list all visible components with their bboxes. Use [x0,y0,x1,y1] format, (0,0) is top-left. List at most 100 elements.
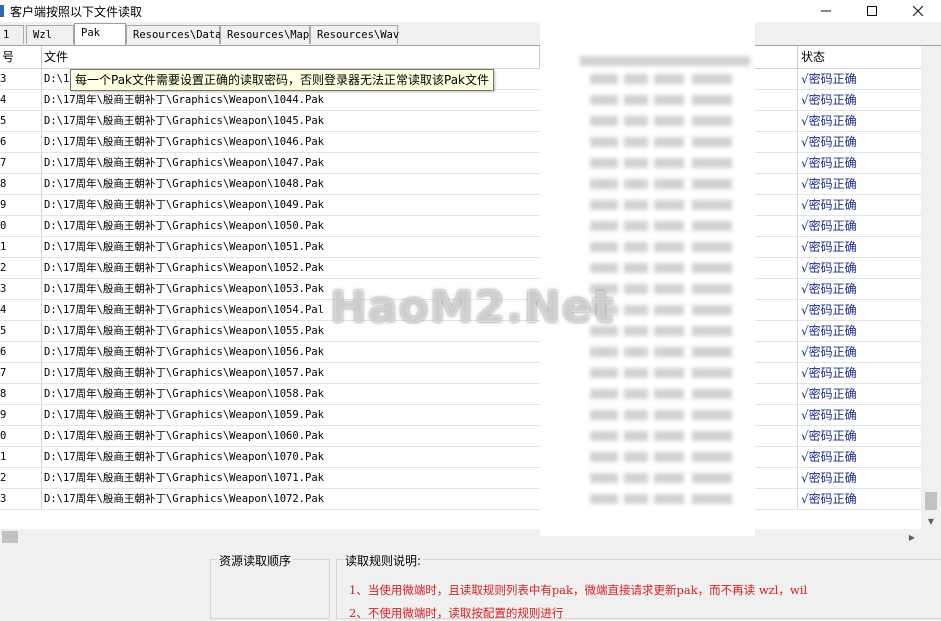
row-file-path: D:\17周年\殷商王朝补丁\Graphics\Weapon\1052.Pak [44,262,324,274]
table-row[interactable]: 5 D:\17周年\殷商王朝补丁\Graphics\Weapon\1045.Pak… [0,111,921,132]
table-row[interactable]: 6 D:\17周年\殷商王朝补丁\Graphics\Weapon\1046.Pak… [0,132,921,153]
blur-block [692,116,732,126]
bottom-panel: 资源读取顺序 读取规则说明: 1、当使用微端时，且读取规则列表中有pak，微端直… [0,545,941,620]
tooltip: 每一个Pak文件需要设置正确的读取密码，否则登录器无法正常读取该Pak文件 [70,69,495,91]
horizontal-scrollbar[interactable]: ▶ [0,529,921,545]
row-file-path: D:\17周年\殷商王朝补丁\Graphics\Weapon\1045.Pak [44,115,324,127]
row-status: √密码正确 [797,321,921,341]
column-header-status[interactable]: 状态 [797,46,921,68]
table-row[interactable]: 1 D:\17周年\殷商王朝补丁\Graphics\Weapon\1070.Pak… [0,447,921,468]
table-row[interactable]: 7 D:\17周年\殷商王朝补丁\Graphics\Weapon\1057.Pak… [0,363,921,384]
row-number: 5 [0,321,42,341]
row-status: √密码正确 [797,153,921,173]
blur-block [624,452,648,462]
tab-pak[interactable]: Pak [74,23,126,45]
blur-block [624,368,648,378]
row-status: √密码正确 [797,69,921,89]
row-status: √密码正确 [797,90,921,110]
blur-block [590,494,618,504]
blur-block [624,263,648,273]
blur-block [692,137,732,147]
scrollbar-corner [921,529,941,545]
blur-block [692,452,732,462]
blur-block [590,347,618,357]
blur-block [692,347,732,357]
row-file-path: D:\17周年\殷商王朝补丁\Graphics\Weapon\1070.Pak [44,451,324,463]
row-status: √密码正确 [797,468,921,488]
table-row[interactable]: 7 D:\17周年\殷商王朝补丁\Graphics\Weapon\1047.Pak… [0,153,921,174]
row-status: √密码正确 [797,195,921,215]
row-number: 1 [0,237,42,257]
row-number: 6 [0,132,42,152]
scroll-down-arrow-icon[interactable]: ▼ [925,515,937,527]
row-status: √密码正确 [797,132,921,152]
tab-resources-data[interactable]: Resources\Data [126,25,222,44]
window-title: 客户端按照以下文件读取 [10,4,143,19]
blur-block [624,389,648,399]
table-row[interactable]: 0 D:\17周年\殷商王朝补丁\Graphics\Weapon\1050.Pak… [0,216,921,237]
vertical-scrollbar[interactable]: ▼ [921,46,941,529]
blur-block [654,305,684,315]
tab-wzl[interactable]: Wzl [26,25,74,44]
blur-block [624,179,648,189]
maximize-button[interactable] [849,0,895,22]
row-status: √密码正确 [797,489,921,509]
table-row[interactable]: 1 D:\17周年\殷商王朝补丁\Graphics\Weapon\1051.Pak… [0,237,921,258]
blur-block [590,95,618,105]
row-status: √密码正确 [797,111,921,131]
blur-block [624,431,648,441]
vertical-scroll-thumb[interactable] [925,492,937,510]
blur-block [692,473,732,483]
blur-block [624,494,648,504]
row-number: 1 [0,447,42,467]
blur-block [590,116,618,126]
close-button[interactable] [895,0,941,22]
row-file-path: D:\17周年\殷商王朝补丁\Graphics\Weapon\1057.Pak [44,367,324,379]
table-row[interactable]: 2 D:\17周年\殷商王朝补丁\Graphics\Weapon\1052.Pak… [0,258,921,279]
blur-block [624,221,648,231]
tab-resources-wav[interactable]: Resources\Wav [310,25,399,44]
blur-block [590,263,618,273]
row-file-path: D:\17周年\殷商王朝补丁\Graphics\Weapon\1047.Pak [44,157,324,169]
table-row[interactable]: 3 D:\17周年\殷商王朝补丁\Graphics\Weapon\1072.Pak… [0,489,921,510]
blur-block [590,473,618,483]
row-number: 8 [0,174,42,194]
table-row[interactable]: 6 D:\17周年\殷商王朝补丁\Graphics\Weapon\1056.Pak… [0,342,921,363]
blur-block [654,284,684,294]
close-icon [913,6,923,16]
blur-block [590,242,618,252]
window-controls [803,0,941,22]
scroll-right-arrow-icon[interactable]: ▶ [905,531,919,543]
blur-block [624,116,648,126]
blur-block [692,326,732,336]
blur-block [654,473,684,483]
column-header-file[interactable]: 文件 [42,46,540,68]
tab-resources-map[interactable]: Resources\Map [220,25,310,44]
blur-block [624,200,648,210]
horizontal-scroll-thumb[interactable] [2,531,18,543]
row-number: 3 [0,69,42,89]
row-status: √密码正确 [797,363,921,383]
table-row[interactable]: 8 D:\17周年\殷商王朝补丁\Graphics\Weapon\1048.Pak… [0,174,921,195]
row-number: 9 [0,405,42,425]
table-row[interactable]: 0 D:\17周年\殷商王朝补丁\Graphics\Weapon\1060.Pak… [0,426,921,447]
row-status: √密码正确 [797,342,921,362]
column-header-num[interactable]: 号 [0,46,42,68]
rule-line-2: 2、不使用微端时，读取按配置的规则进行 [349,606,564,620]
minimize-button[interactable] [803,0,849,22]
blur-block [692,74,732,84]
table-row[interactable]: 9 D:\17周年\殷商王朝补丁\Graphics\Weapon\1049.Pak… [0,195,921,216]
table-row[interactable]: 4 D:\17周年\殷商王朝补丁\Graphics\Weapon\1044.Pak… [0,90,921,111]
blur-block [654,179,684,189]
tab-1[interactable]: 1 [0,25,24,44]
row-file-path: D:\17周年\殷商王朝补丁\Graphics\Weapon\1071.Pak [44,472,324,484]
row-status: √密码正确 [797,405,921,425]
table-row[interactable]: 9 D:\17周年\殷商王朝补丁\Graphics\Weapon\1059.Pak… [0,405,921,426]
table-row[interactable]: 2 D:\17周年\殷商王朝补丁\Graphics\Weapon\1071.Pak… [0,468,921,489]
row-file-path: D:\17周年\殷商王朝补丁\Graphics\Weapon\1044.Pak [44,94,324,106]
rule-line-1: 1、当使用微端时，且读取规则列表中有pak，微端直接请求更新pak，而不再读 w… [349,583,808,597]
blur-block [654,242,684,252]
row-file-path: D:\17周年\殷商王朝补丁\Graphics\Weapon\1060.Pak [44,430,324,442]
blur-block [624,158,648,168]
table-row[interactable]: 8 D:\17周年\殷商王朝补丁\Graphics\Weapon\1058.Pak… [0,384,921,405]
